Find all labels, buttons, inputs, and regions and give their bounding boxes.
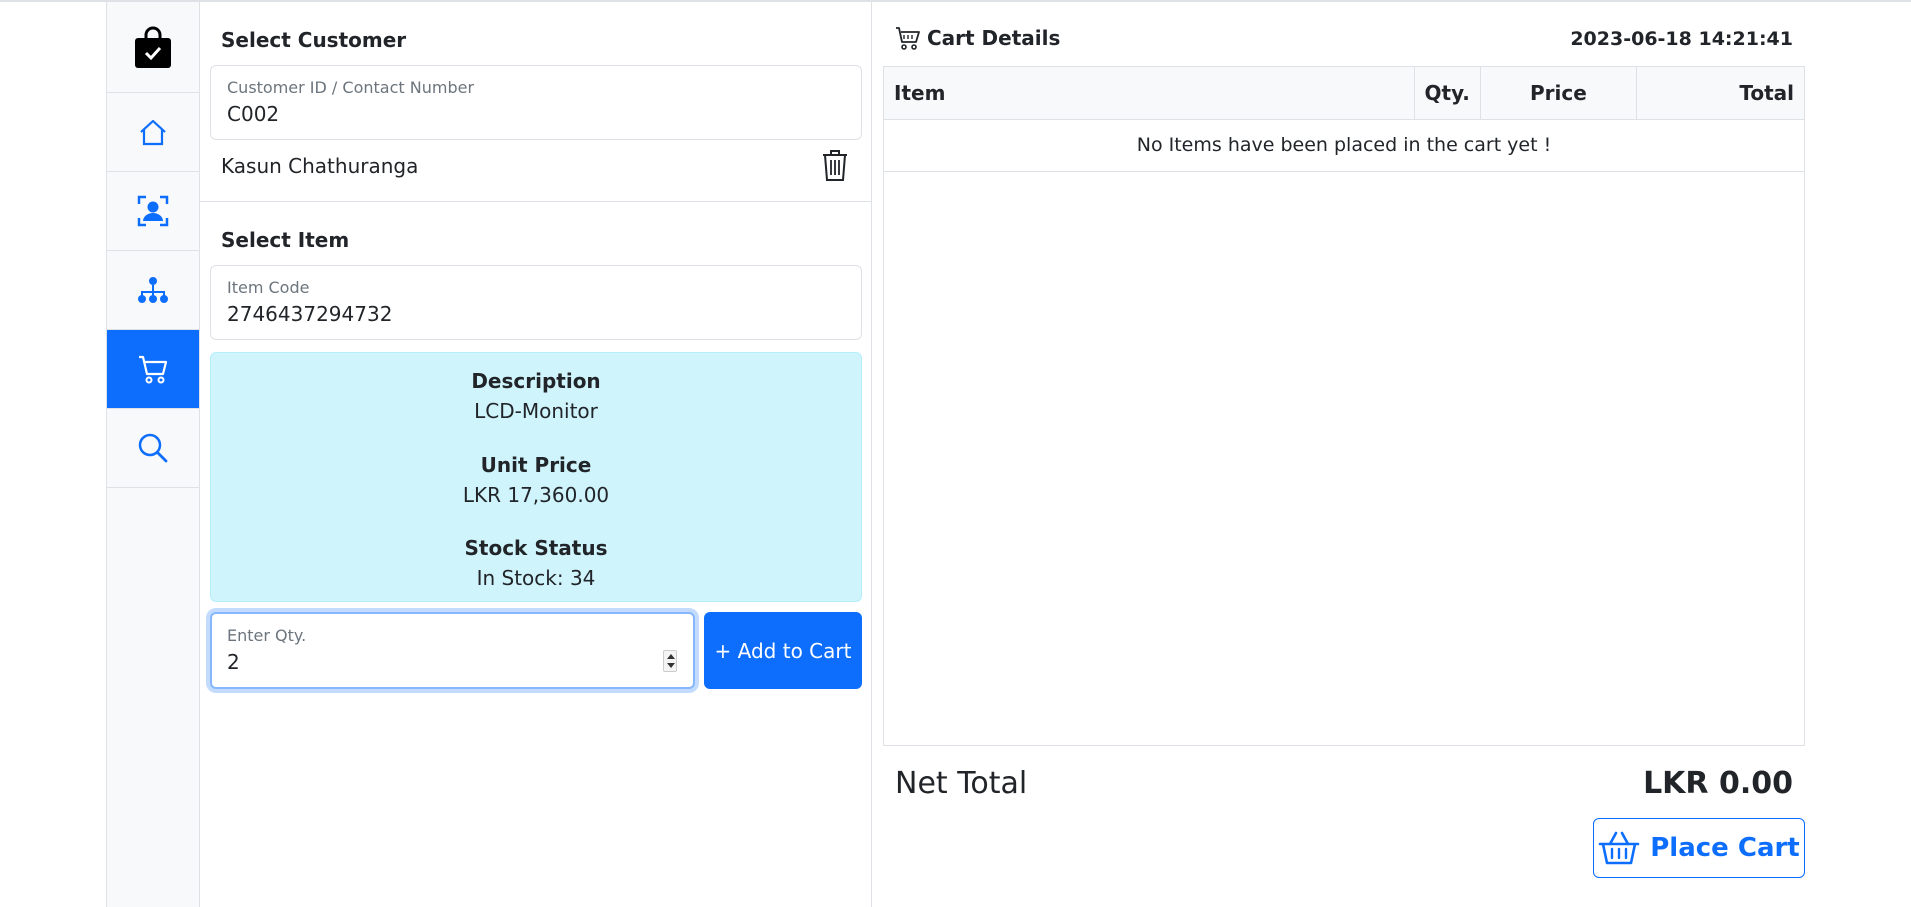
- add-to-cart-button[interactable]: + Add to Cart: [704, 612, 862, 689]
- cart-table-header-row: Item Qty. Price Total: [884, 67, 1804, 120]
- cart-table-container: Item Qty. Price Total No Items have been…: [883, 66, 1805, 746]
- cart-details-header: Cart Details: [895, 25, 1060, 51]
- stock-status-value: In Stock: 34: [476, 566, 596, 590]
- section-divider: [200, 201, 872, 202]
- description-label: Description: [471, 369, 601, 393]
- select-item-title: Select Item: [221, 228, 350, 252]
- trash-icon[interactable]: [820, 148, 850, 182]
- bag-check-icon: [135, 26, 171, 68]
- item-info-box: Description LCD-Monitor Unit Price LKR 1…: [210, 352, 862, 602]
- home-icon: [140, 119, 166, 146]
- quantity-value[interactable]: 2: [227, 650, 240, 674]
- quantity-stepper[interactable]: [663, 650, 677, 672]
- current-datetime: 2023-06-18 14:21:41: [1570, 28, 1793, 50]
- item-code-label: Item Code: [227, 278, 310, 297]
- description-value: LCD-Monitor: [474, 399, 598, 423]
- customer-id-field[interactable]: Customer ID / Contact Number C002: [210, 65, 862, 140]
- sidebar-item-items[interactable]: [107, 251, 199, 330]
- customer-name: Kasun Chathuranga: [221, 154, 419, 178]
- basket-icon: [1598, 831, 1640, 865]
- place-cart-button[interactable]: Place Cart: [1593, 818, 1805, 878]
- unit-price-value: LKR 17,360.00: [462, 483, 610, 507]
- column-price: Price: [1480, 67, 1637, 120]
- net-total-value: LKR 0.00: [1643, 766, 1793, 801]
- person-badge-icon: [137, 195, 169, 227]
- order-form-panel: Select Customer Customer ID / Contact Nu…: [200, 2, 872, 907]
- customer-id-value[interactable]: C002: [227, 102, 279, 126]
- cart-panel: Cart Details 2023-06-18 14:21:41 Item Qt…: [873, 2, 1815, 907]
- search-icon: [138, 433, 168, 463]
- quantity-field[interactable]: Enter Qty. 2: [210, 612, 695, 689]
- column-total: Total: [1636, 67, 1804, 120]
- cart-details-title: Cart Details: [927, 26, 1061, 50]
- stock-status-label: Stock Status: [464, 536, 608, 560]
- column-item: Item: [884, 67, 1415, 120]
- quantity-label: Enter Qty.: [227, 626, 307, 645]
- customer-id-label: Customer ID / Contact Number: [227, 78, 475, 97]
- sidebar-item-logo[interactable]: [107, 2, 199, 93]
- cart-icon: [139, 355, 168, 384]
- item-code-field[interactable]: Item Code 2746437294732: [210, 265, 862, 340]
- sidebar-item-cart[interactable]: [107, 330, 199, 409]
- item-code-value[interactable]: 2746437294732: [227, 302, 392, 326]
- net-total-label: Net Total: [895, 766, 1028, 801]
- sidebar-item-home[interactable]: [107, 93, 199, 172]
- sidebar: [106, 2, 200, 907]
- cart-table: Item Qty. Price Total No Items have been…: [884, 67, 1804, 172]
- empty-cart-message: No Items have been placed in the cart ye…: [884, 119, 1804, 172]
- sidebar-item-customers[interactable]: [107, 172, 199, 251]
- place-cart-label: Place Cart: [1650, 833, 1800, 863]
- select-customer-title: Select Customer: [221, 28, 407, 52]
- sidebar-item-search[interactable]: [107, 409, 199, 488]
- empty-cart-row: No Items have been placed in the cart ye…: [884, 119, 1804, 172]
- diagram-icon: [138, 277, 168, 303]
- cart-icon: [896, 27, 920, 50]
- column-qty: Qty.: [1414, 67, 1481, 120]
- unit-price-label: Unit Price: [480, 453, 592, 477]
